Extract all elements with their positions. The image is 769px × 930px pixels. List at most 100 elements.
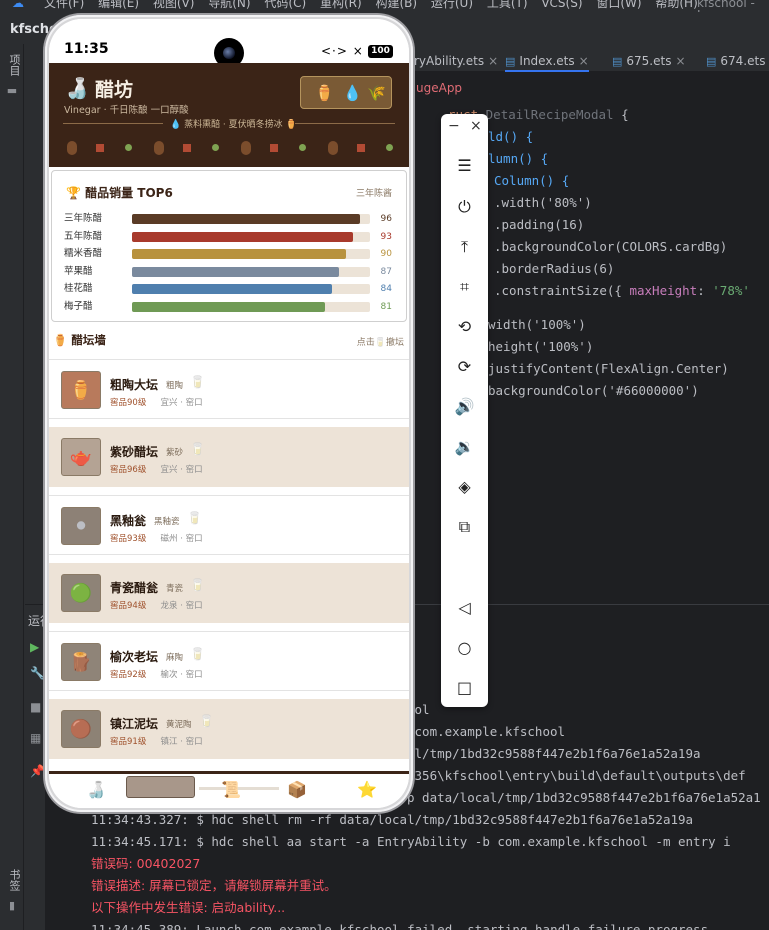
- jar-list-item[interactable]: 🫖 紫砂醋坛 紫砂 🥛 窖品96级 宜兴 · 窑口: [49, 427, 409, 487]
- phone-screen[interactable]: 11:35 <·> × 100 🍶 醋坊 Vinegar · 千日陈酿 一口醇酸…: [49, 19, 409, 808]
- chart-bar-value: 90: [380, 249, 392, 259]
- wrench-icon[interactable]: 🔧: [30, 666, 45, 680]
- chart-note[interactable]: 三年陈酱: [356, 186, 392, 199]
- jar-name: 粗陶大坛: [110, 378, 159, 392]
- recent-icon[interactable]: □: [441, 676, 488, 700]
- jar-decoration-icon: [241, 141, 251, 155]
- tab-index[interactable]: ▤ Index.ets ×: [505, 50, 589, 72]
- chart-bar-value: 84: [380, 284, 392, 294]
- cup-icon[interactable]: 🥛: [190, 578, 205, 592]
- run-icon[interactable]: ▶: [30, 640, 39, 654]
- tab-ryability[interactable]: ryAbility.ets ×: [414, 50, 498, 72]
- back-icon[interactable]: ◁: [441, 596, 488, 620]
- chart-bar-value: 87: [380, 266, 392, 277]
- jar-thumbnail-icon: ⚫: [61, 507, 101, 545]
- square-decoration-icon: [183, 144, 191, 152]
- jar-grade: 窖品92级: [110, 670, 147, 680]
- jar-location: 龙泉 · 窑口: [160, 601, 203, 611]
- status-bar: 11:35 <·> × 100: [49, 19, 409, 68]
- upload-icon[interactable]: ⤒: [441, 235, 488, 259]
- jar-location: 磁州 · 窑口: [160, 534, 203, 544]
- signal-icon: <·> ×: [321, 44, 364, 58]
- chart-bar-row: 苹果醋 87: [64, 265, 396, 279]
- close-icon[interactable]: ×: [579, 54, 589, 68]
- layout-icon[interactable]: ▦: [30, 731, 41, 745]
- file-icon: ▤: [612, 55, 623, 68]
- multi-screen-icon[interactable]: ⧉: [441, 515, 488, 539]
- chart-bar-label: 苹果醋: [64, 265, 93, 277]
- section-note: 点击🥛撤坛: [356, 338, 404, 348]
- console-line: 错误码: 00402027: [91, 856, 201, 871]
- jar-list-item[interactable]: 🪵 榆次老坛 麻陶 🥛 窖品92级 榆次 · 窑口: [49, 631, 409, 691]
- volume-down-icon[interactable]: 🔉: [441, 435, 488, 459]
- jar-location: 榆次 · 窑口: [160, 670, 203, 680]
- cup-icon[interactable]: 🥛: [190, 442, 205, 456]
- jar-grade: 窖品96级: [110, 465, 147, 475]
- crop-icon[interactable]: ⌗: [441, 275, 488, 299]
- chart-bar-label: 桂花醋: [64, 283, 93, 294]
- jar-material: 黑釉瓷: [154, 517, 180, 527]
- volume-up-icon[interactable]: 🔊: [441, 395, 488, 419]
- chart-bar: [132, 284, 332, 294]
- cup-icon[interactable]: 🥛: [187, 511, 202, 525]
- nav-box-icon[interactable]: 📦: [287, 780, 307, 799]
- chart-bar-label: 糯米香醋: [64, 248, 103, 259]
- cup-icon[interactable]: 🥛: [199, 714, 214, 728]
- header-icon-box[interactable]: ⚱️ 💧 🌾: [300, 76, 392, 109]
- power-icon[interactable]: ⏻: [441, 195, 488, 219]
- pin-icon[interactable]: 📌: [30, 764, 45, 778]
- console-line: 11:34:43.327: $ hdc shell rm -rf data/lo…: [91, 812, 694, 827]
- jar-material: 紫砂: [166, 448, 184, 458]
- rotate-right-icon[interactable]: ⟳: [441, 355, 488, 379]
- status-time: 11:35: [64, 41, 109, 57]
- jar-list-item[interactable]: ⚫ 黑釉瓮 黑釉瓷 🥛 窖品93级 磁州 · 窑口: [49, 495, 409, 555]
- nav-scroll-icon[interactable]: 📜: [221, 780, 241, 799]
- ide-menubar: ☁ 文件(F) 编辑(E) 视图(V) 导航(N) 代码(C) 重构(R) 构建…: [0, 0, 769, 12]
- nav-bottle-icon[interactable]: 🍶: [86, 780, 106, 799]
- jar-thumbnail-icon: 🪵: [61, 643, 101, 681]
- chart-bar: [132, 231, 354, 242]
- home-icon[interactable]: ○: [441, 636, 488, 660]
- jar-material: 黄泥陶: [166, 720, 192, 730]
- jar-list-item[interactable]: ⚱️ 粗陶大坛 粗陶 🥛 窖品90级 宜兴 · 窑口: [49, 359, 409, 419]
- jar-list-item[interactable]: 🟢 青瓷醋瓮 青瓷 🥛 窖品94级 龙泉 · 窑口: [49, 563, 409, 623]
- phone-emulator: 11:35 <·> × 100 🍶 醋坊 Vinegar · 千日陈酿 一口醇酸…: [45, 15, 413, 812]
- nav-active-indicator[interactable]: [126, 776, 195, 798]
- vinegar-bottle-icon: 🍶: [64, 76, 90, 100]
- close-icon[interactable]: ×: [470, 118, 482, 134]
- chart-bar-track: [132, 249, 370, 259]
- nav-star-icon[interactable]: ⭐: [357, 780, 377, 799]
- menu-icon[interactable]: ☰: [441, 154, 488, 178]
- close-icon[interactable]: ×: [675, 54, 685, 68]
- dot-decoration-icon: [386, 144, 393, 151]
- sales-chart-card: 🏆 醋品销量 TOP6 三年陈酱 三年陈醋 96 五年陈醋 93 糯米香醋 90 苹果醋 87…: [51, 170, 407, 322]
- jar-location: 镇江 · 窑口: [160, 737, 203, 747]
- jar-name: 青瓷醋瓮: [110, 581, 159, 595]
- decoration-row: [63, 139, 395, 155]
- chart-bar-track: [132, 284, 370, 294]
- tab-675[interactable]: ▤ 675.ets ×: [612, 50, 686, 72]
- jar-thumbnail-icon: 🫖: [61, 438, 101, 476]
- minimize-icon[interactable]: −: [448, 118, 460, 134]
- ide-logo-icon: ☁: [12, 0, 24, 10]
- cup-icon[interactable]: 🥛: [190, 375, 205, 389]
- side-tab-project[interactable]: 项目: [6, 54, 22, 76]
- header-tagline: 💧 蒸料熏醅 · 夏伏晒冬捞冰 ⚱️: [170, 120, 297, 130]
- tab-674[interactable]: ▤ 674.ets: [706, 50, 765, 72]
- chart-bar-label: 梅子醋: [64, 300, 93, 312]
- side-tab-bookmark[interactable]: 书签: [6, 869, 22, 891]
- close-icon[interactable]: ×: [488, 54, 498, 68]
- folder-icon[interactable]: ▬: [3, 84, 21, 102]
- jar-material: 麻陶: [166, 653, 184, 663]
- stop-icon[interactable]: ■: [30, 700, 41, 714]
- rotate-left-icon[interactable]: ⟲: [441, 315, 488, 339]
- jar-decoration-icon: [67, 141, 77, 155]
- console-line: p data/local/tmp/1bd32c9588f447e2b1f6a76…: [407, 790, 761, 805]
- ide-menu-items[interactable]: 文件(F) 编辑(E) 视图(V) 导航(N) 代码(C) 重构(R) 构建(B…: [44, 0, 698, 9]
- bookmark-icon[interactable]: ▮: [3, 899, 21, 917]
- jar-location: 宜兴 · 窑口: [160, 465, 203, 475]
- cup-icon[interactable]: 🥛: [190, 647, 205, 661]
- chart-title: 🏆 醋品销量 TOP6: [66, 186, 173, 200]
- shake-icon[interactable]: ◈: [441, 475, 488, 499]
- jar-list-item[interactable]: 🟤 镇江泥坛 黄泥陶 🥛 窖品91级 镇江 · 窑口: [49, 699, 409, 759]
